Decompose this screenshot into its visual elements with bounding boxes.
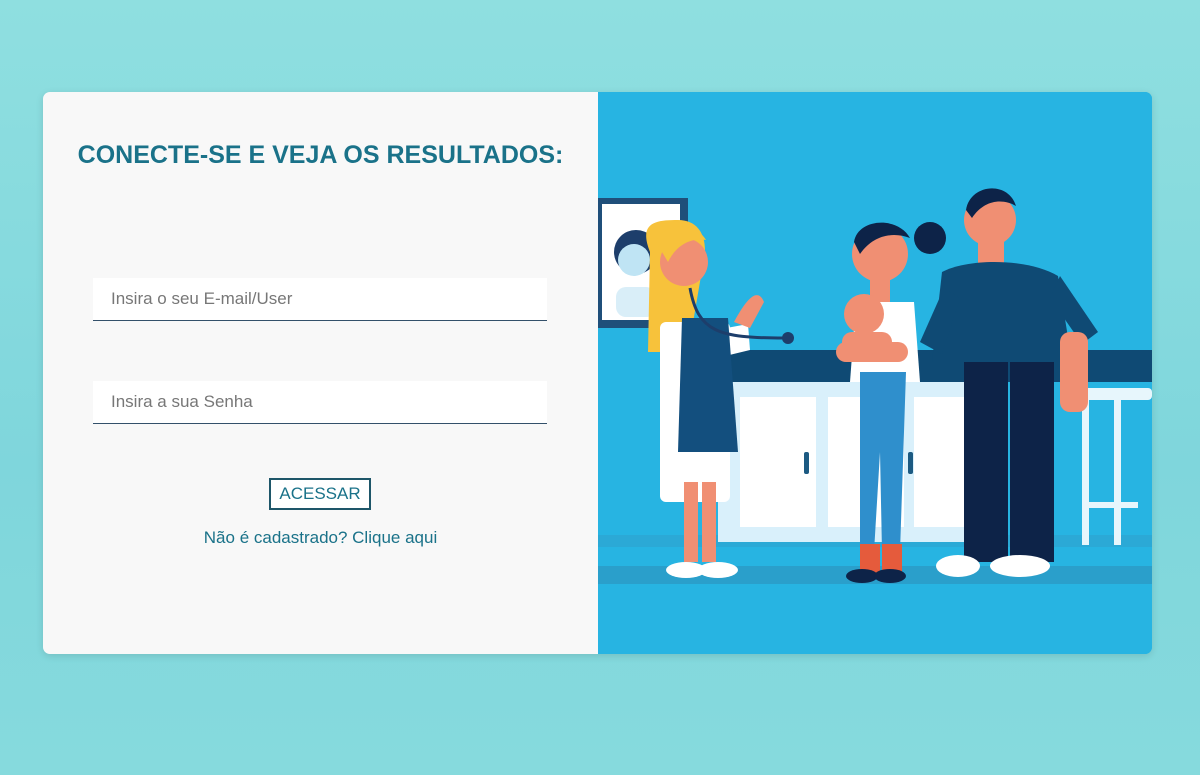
register-link[interactable]: Não é cadastrado? Clique aqui [43,528,598,548]
login-card: CONECTE-SE E VEJA OS RESULTADOS: ACESSAR… [43,92,1152,654]
family-doctor-visit-illustration [598,92,1152,654]
email-field[interactable] [93,278,547,321]
login-panel: CONECTE-SE E VEJA OS RESULTADOS: ACESSAR… [43,92,598,654]
submit-button[interactable]: ACESSAR [269,478,371,510]
password-field[interactable] [93,381,547,424]
illustration-panel [598,92,1152,654]
page-title: CONECTE-SE E VEJA OS RESULTADOS: [77,141,564,169]
